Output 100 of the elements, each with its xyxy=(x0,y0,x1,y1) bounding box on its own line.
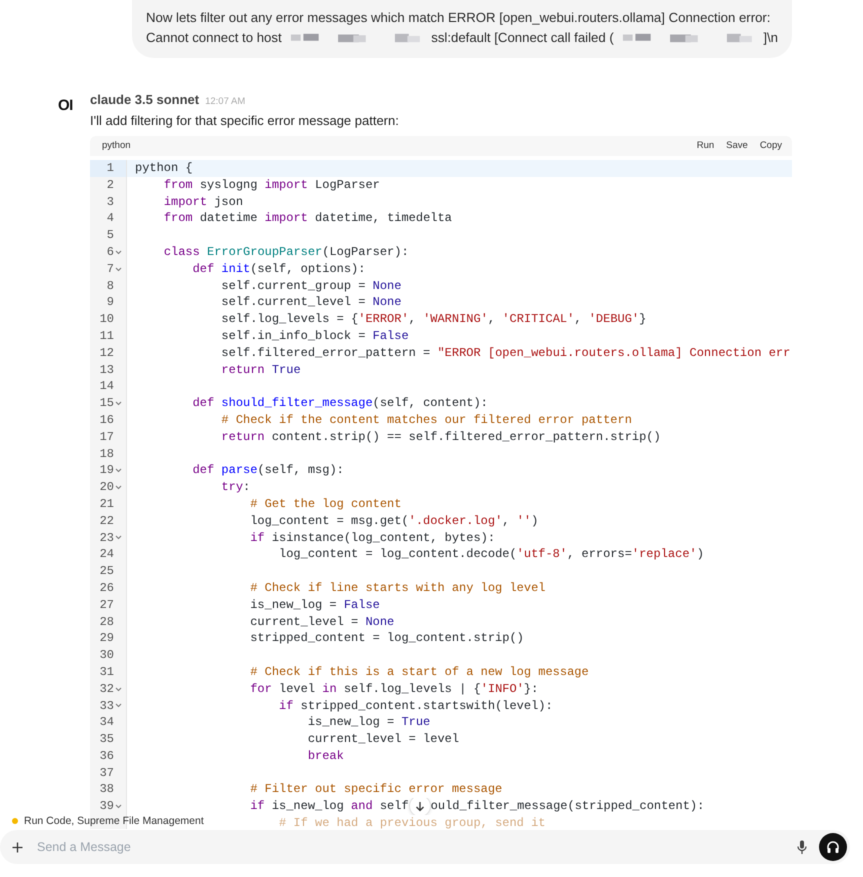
code-line: return content.strip() == self.filtered_error_pattern.strip() xyxy=(221,430,661,444)
code-line: return True xyxy=(221,362,301,377)
code-line: for level in self.log_levels | {'INFO'}: xyxy=(250,682,538,696)
line-number: 26 xyxy=(100,580,114,597)
message-text: ssl:default [Connect call failed ( xyxy=(431,29,614,47)
code-line: self.filtered_error_pattern = "ERROR [open_webui.routers.ollama] Connection err xyxy=(221,346,790,360)
chevron-icon[interactable] xyxy=(115,686,122,692)
code-line: # Get the log content xyxy=(250,496,402,511)
line-number: 14 xyxy=(100,378,114,396)
message-input[interactable]: Send a Message xyxy=(35,839,785,855)
voice-call-button[interactable] xyxy=(819,833,847,861)
code-line: # Check if line starts with any log level xyxy=(250,580,546,595)
chevron-icon[interactable] xyxy=(115,468,122,474)
microphone-icon[interactable] xyxy=(797,840,807,854)
line-number: 36 xyxy=(100,748,114,765)
plus-icon[interactable] xyxy=(12,842,23,852)
line-number: 38 xyxy=(100,781,114,798)
line-number: 13 xyxy=(100,362,114,378)
status-text: Run Code, Supreme File Management xyxy=(24,815,204,827)
line-number: 21 xyxy=(100,496,114,513)
code-action-button[interactable]: Save xyxy=(726,140,748,151)
code-line: if isinstance(log_content, bytes): xyxy=(250,530,496,545)
assistant-logo: OI xyxy=(58,98,74,114)
code-line: self.current_level = None xyxy=(221,295,402,310)
line-number: 2 xyxy=(106,176,114,194)
line-number: 11 xyxy=(100,328,114,345)
code-line: if stripped_content.startswith(level): xyxy=(279,698,553,712)
line-number: 4 xyxy=(106,210,114,228)
line-number: 32 xyxy=(100,680,114,698)
line-number: 7 xyxy=(106,260,114,278)
chevron-icon[interactable] xyxy=(115,266,122,272)
message-time: 12:07 AM xyxy=(205,96,246,107)
line-number: 24 xyxy=(100,546,114,564)
line-number: 30 xyxy=(100,647,114,664)
code-line: def parse(self, msg): xyxy=(192,463,344,478)
code-line: # If we had a previous group, send it xyxy=(279,816,546,829)
line-number: 8 xyxy=(106,278,114,294)
message-text: ]\n xyxy=(763,29,778,47)
chevron-icon[interactable] xyxy=(115,703,122,708)
line-number: 10 xyxy=(100,311,114,328)
code-line: from syslogng import LogParser xyxy=(164,178,380,192)
headphones-icon xyxy=(826,840,840,854)
line-number: 12 xyxy=(100,344,114,362)
response-text: I'll add filtering for that specific error message pattern: xyxy=(90,113,400,128)
line-number: 18 xyxy=(100,446,114,462)
code-text: if is_new_log and self xyxy=(250,799,409,814)
code-line: python { xyxy=(135,161,193,175)
code-line: current_level = level xyxy=(308,732,460,746)
chevron-icon[interactable] xyxy=(115,250,122,255)
line-number: 35 xyxy=(100,731,114,748)
code-line: try: xyxy=(221,480,250,494)
chevron-icon[interactable] xyxy=(115,401,122,406)
code-line: self.in_info_block = False xyxy=(221,328,409,343)
line-number: 23 xyxy=(100,530,114,546)
message-text: Now lets filter out any error messages which match ERROR [open_webui.routers.ollama] Connection error: xyxy=(146,9,770,27)
chevron-icon[interactable] xyxy=(115,535,122,540)
code-line: class ErrorGroupParser(LogParser): xyxy=(164,244,409,259)
line-number: 17 xyxy=(100,428,114,446)
line-number: 22 xyxy=(100,512,114,530)
code-line: # Check if the content matches our filtered error pattern xyxy=(221,412,632,427)
chevron-icon[interactable] xyxy=(115,804,122,810)
arrow-down-icon xyxy=(414,800,425,812)
message-text: Cannot connect to host xyxy=(146,29,282,47)
line-number: 9 xyxy=(106,294,114,312)
line-number: 29 xyxy=(100,630,114,648)
code-line: log_content = msg.get('.docker.log', '') xyxy=(250,514,538,528)
code-language: python xyxy=(102,140,131,151)
code-line: self.current_group = None xyxy=(221,278,402,293)
line-number: 19 xyxy=(100,462,114,480)
code-line: is_new_log = False xyxy=(250,598,380,612)
line-number: 15 xyxy=(100,395,114,412)
line-number: 34 xyxy=(100,714,114,732)
code-line: self.log_levels = {'ERROR', 'WARNING', 'CRITICAL', 'DEBUG'} xyxy=(221,312,646,326)
line-number: 39 xyxy=(100,798,114,816)
code-text: ould_filter_message(stripped_content): xyxy=(430,799,704,814)
line-number: 16 xyxy=(100,412,114,429)
code-line: from datetime import datetime, timedelta xyxy=(164,211,452,226)
code-line: log_content = log_content.decode('utf-8', errors='replace') xyxy=(279,547,704,562)
line-number: 6 xyxy=(106,244,114,261)
line-number: 37 xyxy=(100,764,114,782)
line-number: 27 xyxy=(100,596,114,614)
line-number: 1 xyxy=(106,160,114,177)
code-line: is_new_log = True xyxy=(308,715,430,730)
code-action-button[interactable]: Copy xyxy=(760,140,782,151)
code-line: # Check if this is a start of a new log message xyxy=(250,664,589,679)
code-action-button[interactable]: Run xyxy=(696,140,714,151)
code-line: stripped_content = log_content.strip() xyxy=(250,631,524,646)
line-number: 31 xyxy=(100,664,114,681)
code-line: def init(self, options): xyxy=(192,262,366,276)
line-number: 28 xyxy=(100,614,114,630)
line-number: 20 xyxy=(100,479,114,496)
line-number: 3 xyxy=(106,194,114,210)
chevron-icon[interactable] xyxy=(115,485,122,490)
code-line: current_level = None xyxy=(250,614,394,629)
line-number: 5 xyxy=(106,227,114,244)
code-line: import json xyxy=(164,194,244,209)
message-composer[interactable]: Send a Message xyxy=(0,830,850,864)
code-line: # Filter out specific error message xyxy=(250,782,502,796)
code-line: break xyxy=(308,748,344,763)
code-line: def should_filter_message(self, content): xyxy=(192,396,488,410)
